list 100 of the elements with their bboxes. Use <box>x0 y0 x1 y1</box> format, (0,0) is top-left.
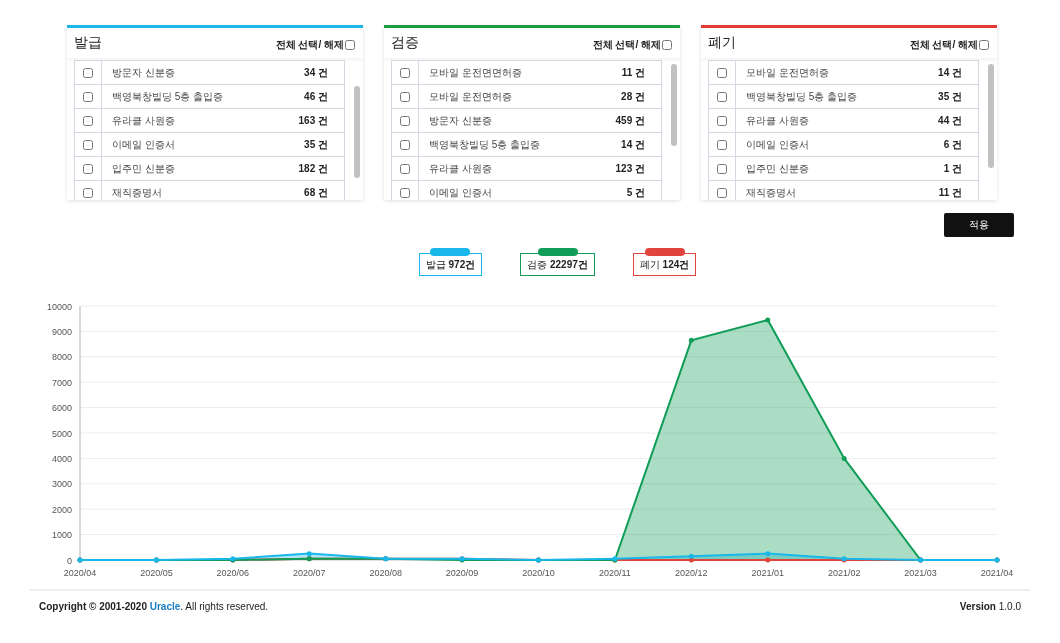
item-count: 5 건 <box>626 185 646 200</box>
item-checkbox[interactable] <box>400 163 410 174</box>
y-tick-label: 0 <box>67 555 72 566</box>
item-label: 방문자 신분증 <box>428 113 493 128</box>
y-tick-label: 7000 <box>51 377 72 388</box>
list-row[interactable]: 이메일 인증서 35 건 <box>74 133 345 157</box>
list-row[interactable]: 유라클 사원증 44 건 <box>708 109 979 133</box>
list-row[interactable]: 유라클 사원증 163 건 <box>74 109 345 133</box>
y-tick-label: 5000 <box>51 428 72 439</box>
item-checkbox[interactable] <box>717 139 727 150</box>
item-label: 백영북창빌딩 5층 출입증 <box>111 89 225 104</box>
list-row[interactable]: 백영북창빌딩 5층 출입증 35 건 <box>708 85 979 109</box>
scrollbar-thumb[interactable] <box>988 64 994 168</box>
scrollbar-thumb[interactable] <box>671 64 677 146</box>
item-label: 유라클 사원증 <box>428 161 493 176</box>
version-text: Version 1.0.0 <box>959 601 1021 612</box>
item-checkbox[interactable] <box>400 115 410 126</box>
x-tick-label: 2020/12 <box>675 568 708 576</box>
x-tick-label: 2020/11 <box>599 568 631 576</box>
y-tick-label: 9000 <box>51 326 72 337</box>
item-checkbox[interactable] <box>400 91 410 102</box>
item-count: 35 건 <box>304 137 329 152</box>
y-tick-label: 8000 <box>51 352 72 363</box>
item-count: 182 건 <box>298 161 329 176</box>
x-tick-label: 2020/04 <box>63 568 97 576</box>
x-tick-label: 2020/07 <box>293 568 326 576</box>
select-all-checkbox[interactable] <box>662 40 672 50</box>
legend-item[interactable]: 검증 22297건 <box>520 253 595 276</box>
item-label: 재직증명서 <box>745 185 797 200</box>
item-checkbox[interactable] <box>400 187 410 198</box>
y-tick-label: 1000 <box>51 530 72 541</box>
list-row[interactable]: 방문자 신분증 459 건 <box>391 109 662 133</box>
item-label: 백영북창빌딩 5층 출입증 <box>428 137 542 152</box>
item-checkbox[interactable] <box>83 163 93 174</box>
item-count: 34 건 <box>304 65 329 80</box>
item-checkbox[interactable] <box>717 187 727 198</box>
item-count: 6 건 <box>943 137 963 152</box>
list-row[interactable]: 이메일 인증서 5 건 <box>391 181 662 200</box>
list-row[interactable]: 유라클 사원증 123 건 <box>391 157 662 181</box>
item-count: 1 건 <box>943 161 963 176</box>
item-checkbox[interactable] <box>83 91 93 102</box>
item-checkbox[interactable] <box>717 115 727 126</box>
y-tick-label: 6000 <box>51 403 72 414</box>
x-tick-label: 2021/02 <box>827 568 861 576</box>
item-count: 68 건 <box>304 185 329 200</box>
item-label: 유라클 사원증 <box>745 113 810 128</box>
item-label: 백영북창빌딩 5층 출입증 <box>745 89 859 104</box>
scrollbar-thumb[interactable] <box>354 86 360 178</box>
item-checkbox[interactable] <box>400 67 410 78</box>
panel-title: 폐기 <box>708 34 736 52</box>
list-row[interactable]: 재직증명서 68 건 <box>74 181 345 200</box>
x-tick-label: 2021/03 <box>904 568 937 576</box>
list-row[interactable]: 이메일 인증서 6 건 <box>708 133 979 157</box>
item-count: 14 건 <box>621 137 646 152</box>
list-row[interactable]: 모바일 운전면면허증 11 건 <box>391 61 662 85</box>
list-row[interactable]: 입주민 신분증 182 건 <box>74 157 345 181</box>
list-row[interactable]: 백영북창빌딩 5층 출입증 14 건 <box>391 133 662 157</box>
select-all-label[interactable]: 전체 선택/ 해제 <box>275 38 344 52</box>
select-all-label[interactable]: 전체 선택/ 해제 <box>909 38 978 52</box>
copyright-text: Copyright © 2001-2020 Uracle. All rights reserved. <box>39 601 269 612</box>
item-count: 123 건 <box>615 161 646 176</box>
item-count: 28 건 <box>621 89 646 104</box>
y-tick-label: 4000 <box>51 453 72 464</box>
y-tick-label: 2000 <box>51 504 72 515</box>
item-checkbox[interactable] <box>83 187 93 198</box>
list-row[interactable]: 재직증명서 11 건 <box>708 181 979 200</box>
select-all-checkbox[interactable] <box>345 40 355 50</box>
item-checkbox[interactable] <box>400 139 410 150</box>
panel-title: 검증 <box>391 34 419 52</box>
item-checkbox[interactable] <box>717 67 727 78</box>
item-label: 모바일 운전면허증 <box>745 65 830 80</box>
x-tick-label: 2021/01 <box>751 568 784 576</box>
item-label: 재직증명서 <box>111 185 163 200</box>
y-tick-label: 3000 <box>51 479 72 490</box>
item-count: 35 건 <box>938 89 963 104</box>
list-row[interactable]: 모바일 운전면허증 14 건 <box>708 61 979 85</box>
legend-item[interactable]: 폐기 124건 <box>632 253 697 276</box>
item-checkbox[interactable] <box>717 91 727 102</box>
item-checkbox[interactable] <box>83 67 93 78</box>
item-count: 11 건 <box>938 185 963 200</box>
select-all-label[interactable]: 전체 선택/ 해제 <box>592 38 661 52</box>
item-checkbox[interactable] <box>717 163 727 174</box>
apply-button[interactable]: 적용 <box>944 213 1014 237</box>
list-row[interactable]: 입주민 신분증 1 건 <box>708 157 979 181</box>
list-row[interactable]: 방문자 신분증 34 건 <box>74 61 345 85</box>
item-label: 모바일 운전면면허증 <box>428 65 523 80</box>
item-checkbox[interactable] <box>83 139 93 150</box>
list-row[interactable]: 모바일 운전면허증 28 건 <box>391 85 662 109</box>
list-row[interactable]: 백영북창빌딩 5층 출입증 46 건 <box>74 85 345 109</box>
select-all-checkbox[interactable] <box>979 40 989 50</box>
item-label: 방문자 신분증 <box>111 65 176 80</box>
x-tick-label: 2021/04 <box>980 568 1014 576</box>
item-count: 163 건 <box>298 113 329 128</box>
panel-title: 발급 <box>74 34 102 52</box>
legend-item[interactable]: 발급 972건 <box>418 253 483 276</box>
item-label: 모바일 운전면허증 <box>428 89 513 104</box>
item-label: 이메일 인증서 <box>745 137 810 152</box>
item-checkbox[interactable] <box>83 115 93 126</box>
item-count: 46 건 <box>304 89 329 104</box>
item-label: 유라클 사원증 <box>111 113 176 128</box>
